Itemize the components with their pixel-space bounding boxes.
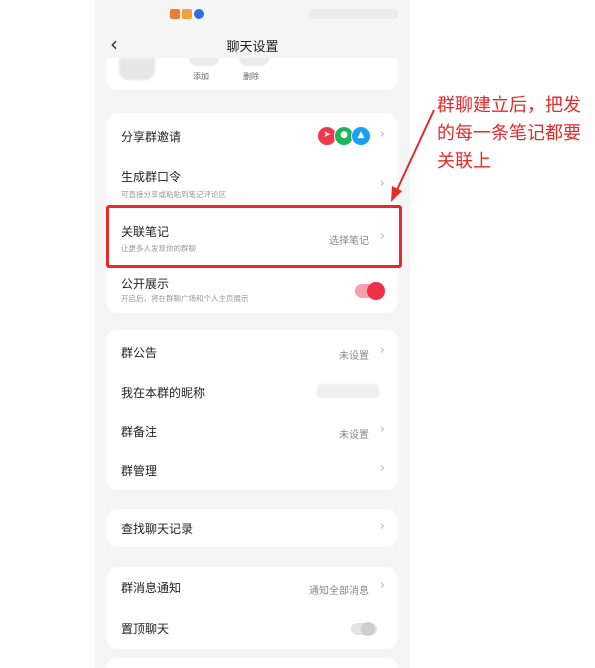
public-display-toggle[interactable] — [355, 282, 385, 300]
announcement-label: 群公告 — [121, 346, 158, 360]
phone-screen: ‹ 聊天设置 添加 删除 分享群邀请 ➤ ● ▲ › 生成群口令 可直接分享或粘… — [95, 0, 410, 668]
nickname-value-blurred — [317, 384, 379, 398]
chevron-right-icon: › — [379, 578, 385, 593]
members-card: 添加 删除 — [107, 58, 397, 90]
public-display-row: 公开展示 开启后，将在群聊广场和个人主页展示 — [107, 265, 397, 311]
group-code-label: 生成群口令 — [121, 170, 182, 184]
chevron-right-icon: › — [379, 343, 385, 358]
pin-chat-row: 置顶聊天 — [107, 607, 397, 649]
manage-row[interactable]: 群管理 › — [107, 450, 397, 490]
nav-bar: ‹ 聊天设置 — [95, 30, 410, 60]
nickname-row[interactable]: 我在本群的昵称 — [107, 370, 397, 410]
app-notification-icon — [194, 9, 204, 19]
chevron-right-icon: › — [379, 127, 385, 142]
notification-label: 群消息通知 — [121, 581, 182, 595]
share-invite-row[interactable]: 分享群邀请 ➤ ● ▲ › — [107, 113, 397, 158]
share-icons: ➤ ● ▲ — [317, 126, 371, 146]
remove-member-button[interactable] — [239, 58, 269, 66]
chevron-right-icon: › — [379, 176, 385, 191]
notification-value: 通知全部消息 — [309, 586, 369, 597]
qq-icon: ▲ — [351, 126, 371, 146]
avatar[interactable] — [119, 58, 155, 80]
toggle-knob — [361, 622, 375, 636]
app-notification-icon — [182, 9, 192, 19]
remove-member-label: 删除 — [243, 72, 259, 81]
notification-row[interactable]: 群消息通知 通知全部消息 › — [107, 567, 397, 607]
add-member-label: 添加 — [193, 72, 209, 81]
public-display-label: 公开展示 — [121, 277, 170, 291]
share-invite-label: 分享群邀请 — [121, 130, 182, 144]
page-title: 聊天设置 — [226, 40, 279, 55]
notification-card: 群消息通知 通知全部消息 › 置顶聊天 — [107, 567, 397, 649]
search-history-label: 查找聊天记录 — [121, 522, 194, 536]
remark-label: 群备注 — [121, 425, 158, 439]
toggle-knob — [367, 282, 385, 300]
chevron-right-icon: › — [379, 461, 385, 476]
app-notification-icon — [170, 9, 180, 19]
group-code-subtitle: 可直接分享或粘贴到笔记评论区 — [121, 190, 226, 199]
remark-value: 未设置 — [339, 430, 369, 441]
group-info-card: 群公告 未设置 › 我在本群的昵称 群备注 未设置 › 群管理 › — [107, 330, 397, 490]
status-indicators — [308, 9, 398, 19]
announcement-value: 未设置 — [339, 351, 369, 362]
annotation-text: 群聊建立后，把发的每一条笔记都要关联上 — [437, 95, 581, 172]
next-card-stub — [107, 658, 397, 668]
pin-chat-label: 置顶聊天 — [121, 622, 170, 636]
search-history-row[interactable]: 查找聊天记录 › — [107, 509, 397, 547]
group-code-row[interactable]: 生成群口令 可直接分享或粘贴到笔记评论区 › — [107, 158, 397, 208]
public-display-subtitle: 开启后，将在群聊广场和个人主页展示 — [121, 294, 249, 303]
add-member-button[interactable] — [189, 58, 219, 66]
status-app-icons — [170, 9, 204, 19]
manage-label: 群管理 — [121, 464, 158, 478]
chevron-right-icon: › — [379, 422, 385, 437]
remark-row[interactable]: 群备注 未设置 › — [107, 410, 397, 450]
nickname-label: 我在本群的昵称 — [121, 386, 206, 400]
status-bar — [95, 0, 410, 30]
announcement-row[interactable]: 群公告 未设置 › — [107, 330, 397, 370]
chevron-right-icon: › — [379, 519, 385, 534]
search-history-card: 查找聊天记录 › — [107, 509, 397, 547]
pin-chat-toggle[interactable] — [351, 622, 377, 636]
highlight-box — [106, 205, 402, 268]
